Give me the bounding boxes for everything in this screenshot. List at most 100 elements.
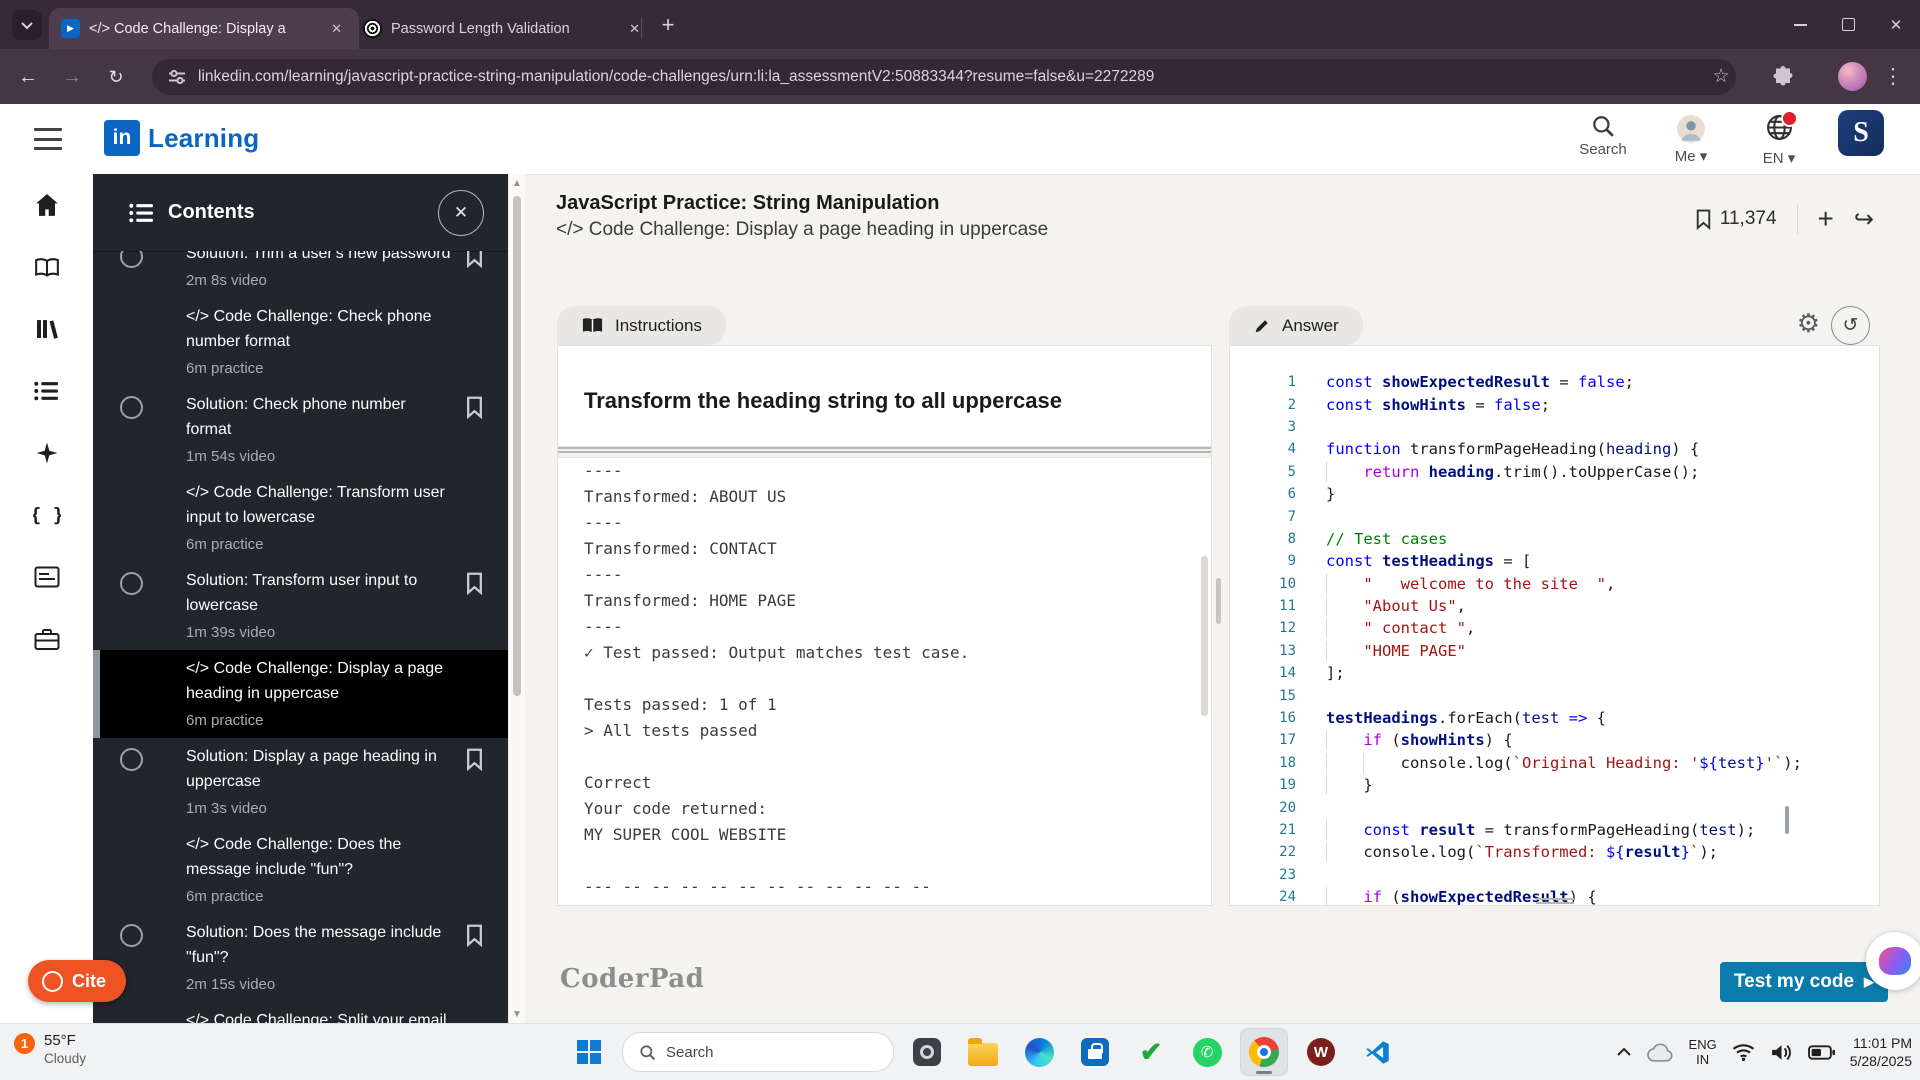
close-button[interactable]: ✕ — [1872, 0, 1920, 49]
tray-wifi[interactable] — [1732, 1043, 1755, 1061]
contents-close-button[interactable]: ✕ — [438, 190, 484, 236]
rail-item-library[interactable] — [0, 298, 93, 360]
code-line[interactable]: 9const testHeadings = [ — [1230, 550, 1875, 572]
address-bar[interactable]: linkedin.com/learning/javascript-practic… — [152, 59, 1736, 95]
weather-widget[interactable]: 1 55°F Cloudy — [14, 1031, 86, 1067]
tray-cloud[interactable] — [1647, 1043, 1674, 1062]
code-line[interactable]: 7 — [1230, 505, 1875, 527]
code-line[interactable]: 17 if (showHints) { — [1230, 729, 1875, 751]
tab-answer[interactable]: Answer — [1229, 306, 1363, 345]
taskbar-app-camera[interactable] — [904, 1029, 950, 1075]
contents-item[interactable]: </> Code Challenge: Display a page headi… — [93, 650, 508, 738]
code-line[interactable]: 15 — [1230, 684, 1875, 706]
tray-volume[interactable] — [1770, 1043, 1793, 1062]
panel-resize-handle[interactable] — [1216, 578, 1221, 624]
minimize-button[interactable] — [1776, 0, 1824, 49]
header-me-menu[interactable]: Me ▾ — [1662, 108, 1720, 165]
code-line[interactable]: 8// Test cases — [1230, 528, 1875, 550]
linkedin-learning-logo[interactable]: in Learning — [104, 120, 259, 156]
bookmark-icon[interactable] — [465, 748, 484, 771]
taskbar-app-edge[interactable] — [1016, 1029, 1062, 1075]
forward-button[interactable]: → — [56, 61, 88, 93]
clock[interactable]: 11:01 PM5/28/2025 — [1850, 1034, 1912, 1070]
contents-item[interactable]: Solution: Display a page heading in uppe… — [93, 738, 508, 826]
rail-item-home[interactable] — [0, 174, 93, 236]
hamburger-menu-button[interactable] — [34, 128, 62, 150]
browser-tab-inactive[interactable]: Password Length Validation ✕ — [351, 8, 657, 49]
taskbar-app-whatsapp[interactable]: ✆ — [1184, 1029, 1230, 1075]
assistant-badge[interactable] — [1866, 932, 1920, 990]
taskbar-search[interactable]: Search — [622, 1032, 894, 1072]
code-line[interactable]: 5 return heading.trim().toUpperCase(); — [1230, 461, 1875, 483]
bookmark-icon[interactable] — [465, 396, 484, 419]
contents-item[interactable]: Solution: Trim a user's new password2m 8… — [93, 251, 508, 298]
code-editor[interactable]: 1const showExpectedResult = false;2const… — [1229, 345, 1880, 906]
extensions-puzzle-icon[interactable] — [1768, 61, 1798, 91]
code-line[interactable]: 6} — [1230, 483, 1875, 505]
bookmark-icon[interactable] — [465, 572, 484, 595]
bookmark-count[interactable]: 11,374 — [1695, 208, 1777, 230]
contents-item[interactable]: </> Code Challenge: Check phone number f… — [93, 298, 508, 386]
contents-item[interactable]: Solution: Check phone number format1m 54… — [93, 386, 508, 474]
reload-button[interactable]: ↻ — [100, 61, 132, 93]
rail-item-list[interactable] — [0, 360, 93, 422]
instructions-scrollbar-thumb[interactable] — [1201, 556, 1208, 716]
code-line[interactable]: 23 — [1230, 864, 1875, 886]
tab-instructions[interactable]: Instructions — [557, 306, 726, 345]
rail-item-briefcase[interactable] — [0, 608, 93, 670]
code-line[interactable]: 22 console.log(`Transformed: ${result}`)… — [1230, 841, 1875, 863]
code-line[interactable]: 11 "About Us", — [1230, 595, 1875, 617]
header-language-menu[interactable]: EN ▾ — [1750, 108, 1808, 167]
rail-item-compass-book[interactable] — [0, 236, 93, 298]
taskbar-app-store[interactable] — [1072, 1029, 1118, 1075]
rail-item-sparkle[interactable] — [0, 422, 93, 484]
code-line[interactable]: 3 — [1230, 416, 1875, 438]
code-lines[interactable]: 1const showExpectedResult = false;2const… — [1230, 371, 1875, 905]
taskbar-app-chrome[interactable] — [1240, 1028, 1288, 1076]
tab-close-icon[interactable]: ✕ — [326, 19, 347, 39]
bookmark-star-icon[interactable]: ☆ — [1706, 61, 1736, 91]
panel-divider[interactable] — [558, 446, 1211, 458]
code-line[interactable]: 14]; — [1230, 662, 1875, 684]
start-button[interactable] — [566, 1029, 612, 1075]
code-line[interactable]: 16testHeadings.forEach(test => { — [1230, 707, 1875, 729]
add-button[interactable]: + — [1818, 205, 1834, 233]
test-my-code-button[interactable]: Test my code ▶ — [1720, 962, 1888, 1002]
taskbar-app-file-explorer[interactable] — [960, 1029, 1006, 1075]
browser-tab-active[interactable]: ▶ </> Code Challenge: Display a ✕ — [49, 8, 359, 49]
contents-item[interactable]: </> Code Challenge: Transform user input… — [93, 474, 508, 562]
cite-button[interactable]: Cite — [28, 960, 126, 1002]
taskbar-app-vscode[interactable] — [1354, 1029, 1400, 1075]
contents-item[interactable]: Solution: Does the message include "fun"… — [93, 914, 508, 1002]
site-settings-icon[interactable] — [168, 68, 186, 86]
s-extension-logo[interactable]: S — [1838, 110, 1884, 156]
rail-item-card[interactable] — [0, 546, 93, 608]
rail-item-code-braces[interactable]: { } — [0, 484, 93, 546]
taskbar-app-wordweb[interactable]: W — [1298, 1029, 1344, 1075]
code-line[interactable]: 4function transformPageHeading(heading) … — [1230, 438, 1875, 460]
browser-profile-avatar[interactable] — [1838, 62, 1867, 91]
contents-scrollbar[interactable]: ▲ ▼ — [508, 174, 525, 1024]
drag-handle-icon[interactable] — [558, 447, 1211, 453]
bookmark-icon[interactable] — [465, 251, 484, 268]
code-line[interactable]: 18 console.log(`Original Heading: '${tes… — [1230, 752, 1875, 774]
editor-scrollbar-thumb[interactable] — [1785, 806, 1789, 834]
code-line[interactable]: 13 "HOME PAGE" — [1230, 640, 1875, 662]
maximize-button[interactable] — [1824, 0, 1872, 49]
bookmark-icon[interactable] — [465, 924, 484, 947]
code-line[interactable]: 1const showExpectedResult = false; — [1230, 371, 1875, 393]
code-line[interactable]: 21 const result = transformPageHeading(t… — [1230, 819, 1875, 841]
reset-code-button[interactable]: ↺ — [1831, 306, 1870, 345]
tray-chevron-up[interactable] — [1616, 1047, 1632, 1057]
back-button[interactable]: ← — [12, 61, 44, 93]
language-indicator[interactable]: ENGIN — [1689, 1037, 1717, 1067]
share-icon[interactable]: ↪ — [1854, 205, 1874, 234]
test-output-console[interactable]: ----Transformed: ABOUT US----Transformed… — [584, 458, 1199, 901]
header-search-button[interactable]: Search — [1574, 108, 1632, 158]
contents-item[interactable]: </> Code Challenge: Does the message inc… — [93, 826, 508, 914]
new-tab-button[interactable]: + — [654, 11, 682, 39]
code-line[interactable]: 20 — [1230, 796, 1875, 818]
code-line[interactable]: 10 " welcome to the site ", — [1230, 573, 1875, 595]
code-line[interactable]: 19 } — [1230, 774, 1875, 796]
taskbar-app-green-check[interactable]: ✔ — [1128, 1029, 1174, 1075]
